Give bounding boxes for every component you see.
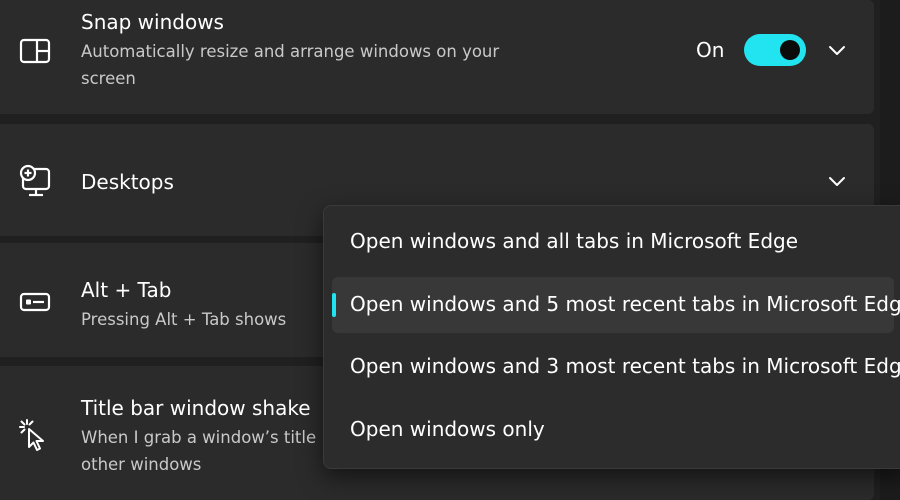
setting-description: When I grab a window’s title [81,428,317,447]
snap-layout-icon [18,34,52,68]
desktop-add-icon [18,164,52,198]
chevron-down-icon[interactable] [826,170,848,192]
menu-option-label: Open windows and all tabs in Microsoft E… [350,229,799,253]
menu-option-label: Open windows and 3 most recent tabs in M… [350,354,900,378]
setting-description-continued: screen [81,69,136,88]
snap-windows-toggle[interactable] [744,34,806,66]
snap-windows-setting[interactable]: Snap windows Automatically resize and ar… [0,0,874,114]
menu-option-label: Open windows only [350,417,545,441]
setting-title: Alt + Tab [81,278,172,302]
setting-title: Snap windows [81,10,224,34]
alt-tab-options-menu: Open windows and all tabs in Microsoft E… [323,205,900,469]
setting-description: Automatically resize and arrange windows… [81,42,500,61]
setting-description-continued: other windows [81,455,202,474]
menu-option-3-recent-tabs[interactable]: Open windows and 3 most recent tabs in M… [332,339,900,395]
setting-title: Title bar window shake [81,396,311,420]
chevron-down-icon[interactable] [826,39,848,61]
alt-tab-icon [18,285,52,319]
menu-option-5-recent-tabs[interactable]: Open windows and 5 most recent tabs in M… [332,277,900,333]
shake-cursor-icon [18,418,52,452]
menu-option-windows-only[interactable]: Open windows only [332,402,894,458]
settings-multitasking-page: Snap windows Automatically resize and ar… [0,0,900,500]
toggle-knob [780,40,800,60]
selection-indicator [332,293,336,317]
toggle-state-label: On [696,38,725,62]
menu-option-label: Open windows and 5 most recent tabs in M… [350,292,900,316]
setting-title: Desktops [81,170,174,194]
setting-description: Pressing Alt + Tab shows [81,310,287,329]
menu-option-all-tabs[interactable]: Open windows and all tabs in Microsoft E… [332,214,894,270]
